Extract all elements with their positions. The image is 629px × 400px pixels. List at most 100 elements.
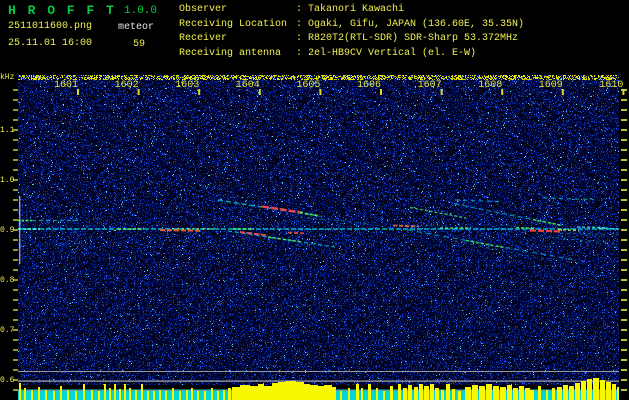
signal-bar — [258, 384, 264, 400]
meteor-trail — [454, 240, 554, 262]
signal-bar — [250, 386, 258, 400]
freq-tick-left — [13, 349, 18, 351]
meteor-trail — [349, 194, 399, 197]
signal-bar — [24, 388, 26, 400]
signal-bar — [191, 388, 193, 400]
freq-tick-left — [13, 259, 18, 261]
freq-tick-right — [621, 269, 627, 271]
freq-tick-left — [13, 159, 18, 161]
signal-bar — [472, 385, 478, 400]
meteor-trail — [529, 229, 563, 233]
signal-bar — [332, 387, 336, 400]
freq-tick-left — [13, 249, 18, 251]
signal-bar — [286, 381, 296, 400]
signal-bar — [91, 390, 93, 400]
freq-tick-right — [621, 159, 627, 161]
freq-tick-left — [13, 239, 18, 241]
signal-bar — [465, 387, 471, 400]
freq-tick-right — [621, 129, 627, 131]
signal-bar — [507, 385, 512, 400]
meteor-trail — [539, 235, 617, 245]
meteor-trail — [267, 236, 303, 243]
signal-bar — [124, 384, 126, 400]
spectrogram-overlay — [13, 89, 627, 400]
signal-bar — [197, 391, 199, 400]
signal-bar — [519, 386, 524, 400]
signal-bar — [83, 384, 85, 400]
freq-tick-left — [13, 389, 18, 391]
signal-bar — [348, 388, 350, 400]
signal-bar — [104, 384, 106, 400]
signal-bar — [19, 383, 21, 400]
signal-bar — [430, 384, 434, 400]
freq-label: 0.8 — [0, 276, 15, 285]
freq-tick-left — [13, 269, 18, 271]
time-label: 1604 — [235, 80, 260, 91]
freq-tick-right — [621, 299, 627, 301]
signal-bar — [563, 385, 568, 400]
freq-tick-left — [13, 299, 18, 301]
freq-tick-left — [13, 219, 18, 221]
signal-bar — [141, 384, 143, 400]
freq-label: 0.6 — [0, 376, 15, 385]
freq-tick-right — [621, 109, 627, 111]
freq-tick-right — [621, 309, 627, 311]
signal-bar — [53, 391, 55, 400]
signal-bar — [129, 388, 131, 400]
freq-tick-left — [13, 89, 18, 91]
signal-bar — [179, 391, 181, 400]
time-label: 1608 — [478, 80, 503, 91]
signal-bar — [452, 389, 455, 400]
meteor-trail — [409, 206, 467, 219]
signal-bar — [441, 390, 444, 400]
freq-tick-left — [13, 339, 18, 341]
signal-bar — [581, 381, 586, 400]
freq-tick-right — [621, 349, 627, 351]
signal-bar — [340, 391, 342, 400]
freq-tick-right — [621, 219, 627, 221]
time-label: 1605 — [296, 80, 321, 91]
signal-bar — [45, 390, 47, 400]
freq-label: 0.7 — [0, 326, 15, 335]
time-label: 1607 — [417, 80, 442, 91]
meteor-trail — [159, 229, 203, 232]
reference-line — [18, 371, 619, 372]
signal-bar — [147, 391, 149, 400]
freq-tick-right — [621, 169, 627, 171]
signal-bar — [361, 388, 363, 400]
freq-tick-right — [621, 139, 627, 141]
signal-bar — [538, 386, 541, 400]
freq-tick-right — [621, 259, 627, 261]
meteor-trail — [392, 224, 420, 228]
signal-bar — [424, 386, 429, 400]
signal-bar — [278, 382, 286, 400]
signal-bar — [240, 385, 250, 400]
signal-bar — [31, 390, 33, 400]
signal-bar — [376, 388, 378, 400]
signal-bar — [606, 382, 611, 400]
signal-bar — [211, 388, 213, 400]
freq-tick-right — [621, 99, 627, 101]
signal-bar — [368, 384, 371, 400]
freq-tick-left — [13, 99, 18, 101]
signal-bar — [458, 391, 461, 400]
signal-bar — [264, 386, 272, 400]
signal-bar — [186, 390, 188, 400]
signal-bar — [593, 378, 599, 400]
signal-bar — [552, 388, 555, 400]
signal-bar — [223, 390, 225, 400]
signal-bar — [172, 388, 174, 400]
signal-bar — [217, 391, 219, 400]
time-label: 1609 — [538, 80, 563, 91]
freq-tick-right — [621, 389, 627, 391]
freq-tick-left — [13, 109, 18, 111]
meteor-trail — [299, 216, 369, 225]
signal-bar — [435, 388, 439, 400]
signal-bar — [513, 388, 518, 400]
freq-tick-left — [13, 189, 18, 191]
signal-bar — [304, 384, 310, 400]
signal-bar — [557, 387, 562, 400]
signal-bar — [60, 386, 62, 400]
time-label: 1606 — [357, 80, 382, 91]
signal-bar — [600, 380, 605, 400]
